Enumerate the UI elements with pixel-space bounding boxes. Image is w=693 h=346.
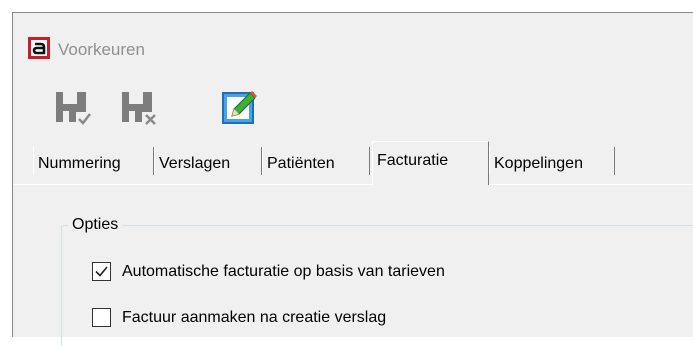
edit-button[interactable]	[220, 88, 260, 128]
save-confirm-button[interactable]	[54, 88, 94, 128]
auto-invoicing-checkbox[interactable]	[92, 262, 111, 281]
options-legend: Opties	[68, 216, 123, 234]
auto-invoicing-label: Automatische facturatie op basis van tar…	[122, 263, 445, 280]
window-title: Voorkeuren	[58, 40, 145, 59]
tab-verslagen[interactable]: Verslagen	[154, 147, 262, 175]
tab-koppelingen[interactable]: Koppelingen	[489, 147, 615, 175]
save-confirm-icon	[56, 92, 92, 126]
checkmark-icon	[95, 266, 108, 277]
invoice-after-report-checkbox[interactable]	[92, 308, 111, 327]
tab-label: Verslagen	[159, 155, 231, 172]
invoice-after-report-label: Factuur aanmaken na creatie verslag	[122, 309, 387, 326]
tab-label: Patiënten	[267, 155, 335, 172]
tab-panel-top-border	[13, 184, 693, 185]
tab-facturatie[interactable]: Facturatie	[372, 141, 489, 185]
edit-pencil-icon	[222, 91, 257, 124]
options-groupbox	[61, 225, 693, 346]
app-logo-icon	[28, 37, 50, 59]
save-cancel-button[interactable]	[120, 88, 160, 128]
tab-patienten[interactable]: Patiënten	[262, 147, 370, 175]
tab-label: Facturatie	[377, 152, 449, 169]
tab-nummering[interactable]: Nummering	[33, 147, 154, 175]
tab-label: Nummering	[38, 155, 121, 172]
save-cancel-icon	[122, 92, 158, 126]
tab-label: Koppelingen	[494, 155, 583, 172]
